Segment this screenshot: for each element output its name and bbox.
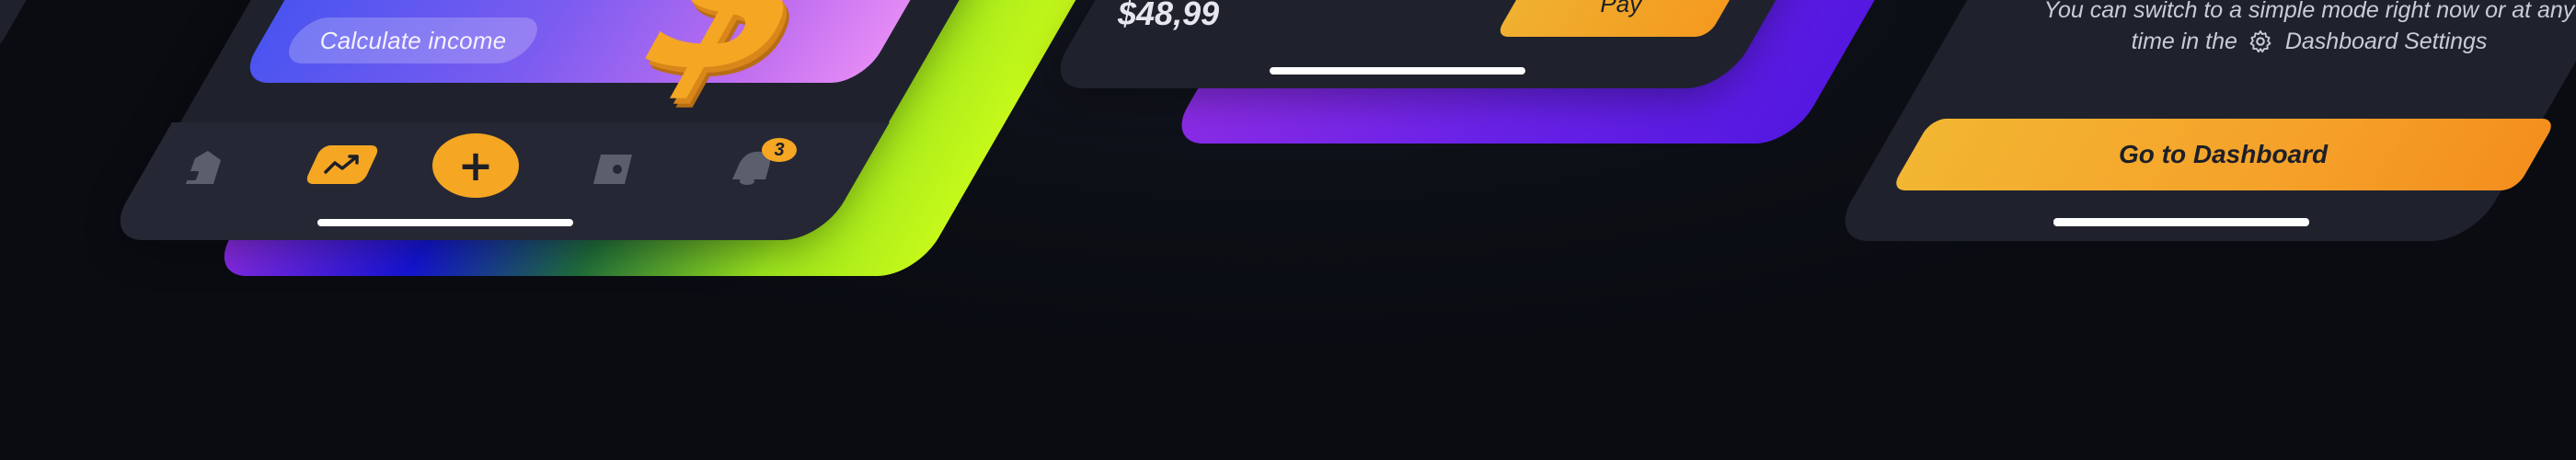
mode-info-prefix: time in the [2131,29,2237,54]
wallet-icon [593,155,632,184]
home-indicator [1270,67,1525,75]
nav-add-button[interactable]: + [432,133,519,198]
go-to-dashboard-label: Go to Dashboard [2119,140,2329,168]
add-icon: + [457,141,494,190]
nav-wallet[interactable] [582,149,638,186]
stats-icon [324,155,359,174]
home-indicator [317,219,573,226]
partial-card-left [0,0,48,64]
pay-button-label: Pay [1599,0,1641,17]
price-label: $48,99 [1118,0,1220,32]
dashboard-settings-link[interactable]: Dashboard Settings [2285,29,2488,54]
mode-info-line1: You can switch to a simple mode right no… [2043,0,2575,23]
mode-info-line2: time in the Dashboard Settings [2015,26,2576,57]
calculate-income-button[interactable]: Calculate income [279,17,547,63]
mode-info-text: You can switch to a simple mode right no… [2015,0,2576,57]
calculate-income-label: Calculate income [319,26,507,54]
home-indicator [2053,218,2309,226]
gear-icon [2249,29,2271,53]
home-icon [186,151,221,184]
showcase-canvas: $ Calculate income + 3 $48,99 [0,0,2576,460]
nav-home[interactable] [177,147,228,186]
notification-badge: 3 [762,138,797,162]
go-to-dashboard-button[interactable]: Go to Dashboard [1890,119,2558,190]
